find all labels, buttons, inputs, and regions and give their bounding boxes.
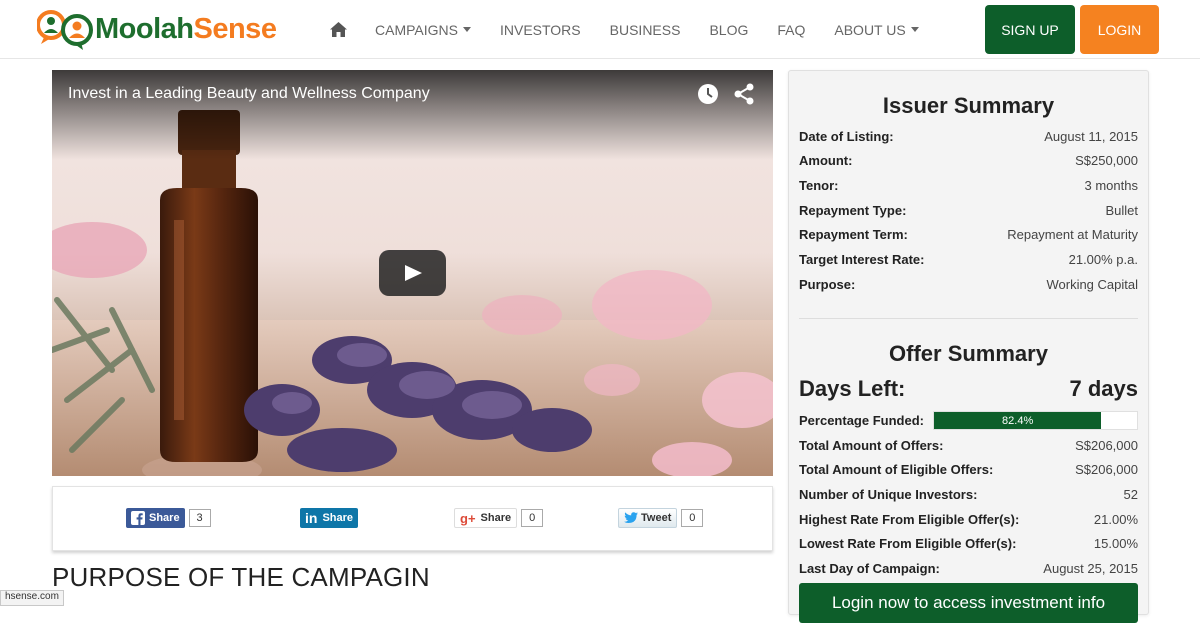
offer-row-label: Lowest Rate From Eligible Offer(s): xyxy=(799,536,1017,551)
nav-about-us[interactable]: ABOUT US xyxy=(834,21,919,38)
issuer-row-label: Tenor: xyxy=(799,178,839,193)
twitter-share[interactable]: Tweet 0 xyxy=(618,508,704,528)
issuer-row-label: Target Interest Rate: xyxy=(799,252,925,267)
offer-row: Highest Rate From Eligible Offer(s): 21.0… xyxy=(799,512,1138,527)
purpose-heading: PURPOSE OF THE CAMPAGIN xyxy=(52,562,430,592)
brand-name-part1: Moolah xyxy=(95,12,194,45)
nav-about-us-label: ABOUT US xyxy=(834,21,906,38)
nav-business[interactable]: BUSINESS xyxy=(610,22,681,38)
facebook-share[interactable]: Share 3 xyxy=(126,508,211,528)
days-left-value: 7 days xyxy=(1069,376,1139,401)
issuer-row-value: August 11, 2015 xyxy=(1044,129,1138,144)
funding-progress-bar: 82.4% xyxy=(933,411,1138,430)
offer-row-value: S$206,000 xyxy=(1075,462,1138,477)
issuer-row: Repayment Type: Bullet xyxy=(799,203,1138,218)
linkedin-share-label: Share xyxy=(322,512,354,524)
nav-investors[interactable]: INVESTORS xyxy=(500,22,581,38)
issuer-row-label: Date of Listing: xyxy=(799,129,894,144)
offer-row-label: Total Amount of Offers: xyxy=(799,438,944,453)
days-left-label: Days Left: xyxy=(799,376,906,401)
nav-faq[interactable]: FAQ xyxy=(777,22,805,38)
issuer-row-label: Repayment Type: xyxy=(799,203,907,218)
issuer-row-value: 3 months xyxy=(1084,178,1138,193)
googleplus-share[interactable]: g+ Share 0 xyxy=(454,508,544,528)
offer-summary-title: Offer Summary xyxy=(889,341,1048,366)
linkedin-share[interactable]: in Share xyxy=(300,508,359,528)
tweet-label: Tweet xyxy=(641,512,672,524)
play-icon[interactable] xyxy=(379,250,446,296)
offer-row-value: 21.00% xyxy=(1093,512,1138,527)
social-share-bar: Share 3 in Share g+ Share 0 Tweet 0 xyxy=(52,486,773,551)
issuer-row: Date of Listing: August 11, 2015 xyxy=(799,129,1138,144)
campaign-summary-panel: Issuer Summary Date of Listing: August 11… xyxy=(788,70,1149,623)
issuer-row: Amount: S$250,000 xyxy=(799,153,1138,168)
googleplus-share-label: Share xyxy=(480,512,512,524)
offer-row: Lowest Rate From Eligible Offer(s): 15.00… xyxy=(799,536,1138,551)
campaign-video[interactable]: Invest in a Leading Beauty and Wellness … xyxy=(52,70,773,476)
twitter-bird-icon xyxy=(624,512,638,523)
share-icon[interactable] xyxy=(733,83,755,110)
offer-row-label: Number of Unique Investors: xyxy=(799,487,978,502)
brand-name: MoolahSense xyxy=(95,12,277,46)
chevron-down-icon xyxy=(462,27,471,32)
facebook-share-count: 3 xyxy=(188,509,211,527)
percentage-funded-label: Percentage Funded: xyxy=(799,413,924,428)
issuer-row: Purpose: Working Capital xyxy=(799,277,1138,292)
offer-row-value: S$206,000 xyxy=(1075,438,1138,453)
brand-name-part2: Sense xyxy=(193,12,277,45)
brand-logo[interactable]: MoolahSense xyxy=(36,8,277,50)
nav-blog[interactable]: BLOG xyxy=(709,22,748,38)
status-bar-url: hsense.com xyxy=(0,590,64,606)
video-title[interactable]: Invest in a Leading Beauty and Wellness … xyxy=(68,85,430,103)
facebook-share-label: Share xyxy=(149,512,180,524)
video-title-overlay xyxy=(52,70,773,160)
offer-row-label: Last Day of Campaign: xyxy=(799,561,940,576)
issuer-row-label: Purpose: xyxy=(799,277,856,292)
googleplus-share-count: 0 xyxy=(521,509,544,527)
googleplus-icon: g+ xyxy=(460,510,476,526)
issuer-row-label: Amount: xyxy=(799,153,853,168)
signup-button[interactable]: SIGN UP xyxy=(985,5,1075,54)
issuer-row-label: Repayment Term: xyxy=(799,227,908,242)
funding-progress-fill: 82.4% xyxy=(934,412,1102,429)
twitter-share-count: 0 xyxy=(681,509,704,527)
section-divider xyxy=(799,318,1138,319)
issuer-row: Tenor: 3 months xyxy=(799,178,1138,193)
offer-row: Last Day of Campaign: August 25, 2015 xyxy=(799,561,1138,576)
nav-campaigns[interactable]: CAMPAIGNS xyxy=(375,22,471,38)
login-to-access-button[interactable]: Login now to access investment info xyxy=(799,583,1138,623)
issuer-row-value: 21.00% p.a. xyxy=(1068,252,1138,267)
logo-people-icon xyxy=(36,8,95,50)
linkedin-icon: in xyxy=(305,510,318,526)
home-icon[interactable] xyxy=(330,22,347,37)
issuer-summary-title: Issuer Summary xyxy=(882,93,1055,118)
offer-row-label: Total Amount of Eligible Offers: xyxy=(799,462,994,477)
googleplus-share-button[interactable]: g+ Share xyxy=(454,508,518,528)
issuer-row-value: Repayment at Maturity xyxy=(1007,227,1138,242)
issuer-row-value: Bullet xyxy=(1105,203,1138,218)
linkedin-share-button[interactable]: in Share xyxy=(300,508,359,528)
nav-campaigns-label: CAMPAIGNS xyxy=(375,21,458,38)
main-nav: CAMPAIGNS INVESTORS BUSINESS BLOG FAQ AB… xyxy=(330,0,948,59)
issuer-row: Repayment Term: Repayment at Maturity xyxy=(799,227,1138,242)
offer-row: Number of Unique Investors: 52 xyxy=(799,487,1138,502)
offer-row-label: Highest Rate From Eligible Offer(s): xyxy=(799,512,1020,527)
tweet-button[interactable]: Tweet xyxy=(618,508,678,528)
facebook-icon xyxy=(131,511,145,525)
offer-row-value: 15.00% xyxy=(1093,536,1138,551)
offer-row-value: 52 xyxy=(1123,487,1138,502)
chevron-down-icon xyxy=(910,27,919,32)
facebook-share-button[interactable]: Share xyxy=(126,508,185,528)
issuer-row-value: Working Capital xyxy=(1046,277,1138,292)
issuer-row: Target Interest Rate: 21.00% p.a. xyxy=(799,252,1138,267)
clock-icon[interactable] xyxy=(697,83,719,110)
top-navbar: MoolahSense CAMPAIGNS INVESTORS BUSINESS… xyxy=(0,0,1200,59)
issuer-row-value: S$250,000 xyxy=(1075,153,1138,168)
offer-row-value: August 25, 2015 xyxy=(1043,561,1138,576)
days-left-row: Days Left: 7 days xyxy=(799,376,1138,402)
offer-row: Total Amount of Eligible Offers: S$206,00… xyxy=(799,462,1138,477)
video-controls xyxy=(697,83,755,110)
offer-row: Total Amount of Offers: S$206,000 xyxy=(799,438,1138,453)
login-button[interactable]: LOGIN xyxy=(1080,5,1159,54)
